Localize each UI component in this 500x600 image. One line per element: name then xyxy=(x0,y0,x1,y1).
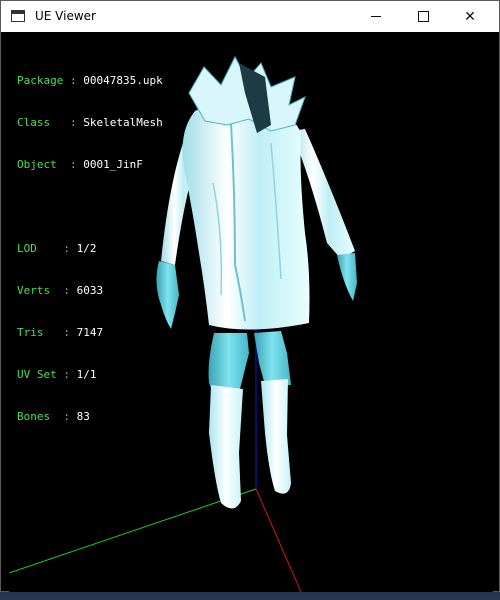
info-verts-value: 6033 xyxy=(76,284,104,297)
info-verts-key: Verts xyxy=(17,284,51,297)
info-uvset-sep: : xyxy=(63,368,70,381)
info-lod-row: LOD : 1/2 xyxy=(17,242,163,256)
info-verts-sep: : xyxy=(63,284,70,297)
info-class-key: Class xyxy=(17,116,51,129)
axis-x-line xyxy=(255,488,302,592)
info-package-key: Package xyxy=(17,74,64,87)
info-uvset-key: UV Set xyxy=(17,368,57,381)
maximize-button[interactable] xyxy=(400,1,446,32)
mesh-info-panel: Package : 00047835.upk Class : SkeletalM… xyxy=(17,46,163,452)
window-title: UE Viewer xyxy=(35,9,96,23)
info-uvset-row: UV Set : 1/1 xyxy=(17,368,163,382)
info-bones-value: 83 xyxy=(76,410,90,423)
info-object-row: Object : 0001_JinF xyxy=(17,158,163,172)
minimize-button[interactable] xyxy=(353,1,399,32)
info-class-value: SkeletalMesh xyxy=(83,116,163,129)
title-bar[interactable]: UE Viewer ✕ xyxy=(1,1,499,32)
info-package-sep: : xyxy=(69,74,77,87)
info-object-value: 0001_JinF xyxy=(83,158,143,171)
ue-viewer-window[interactable]: UE Viewer ✕ Package: 00047835.upk Class… xyxy=(0,0,500,592)
info-lod-sep: : xyxy=(63,242,70,255)
info-package-value: 00047835.upk xyxy=(83,74,163,87)
info-package-row: Package : 00047835.upk xyxy=(17,74,163,88)
info-tris-sep: : xyxy=(63,326,70,339)
info-tris-key: Tris xyxy=(17,326,44,339)
info-verts-row: Verts : 6033 xyxy=(17,284,163,298)
close-button[interactable]: ✕ xyxy=(447,1,493,32)
info-class-row: Class : SkeletalMesh xyxy=(17,116,163,130)
info-bones-key: Bones xyxy=(17,410,51,423)
axis-y-line xyxy=(9,488,257,574)
info-object-key: Object xyxy=(17,158,57,171)
info-object-sep: : xyxy=(70,158,77,171)
info-bones-sep: : xyxy=(63,410,70,423)
close-icon: ✕ xyxy=(464,8,476,25)
info-tris-row: Tris : 7147 xyxy=(17,326,163,340)
info-class-sep: : xyxy=(70,116,77,129)
character-mesh xyxy=(156,55,357,509)
info-tris-value: 7147 xyxy=(76,326,104,339)
info-lod-value: 1/2 xyxy=(76,242,97,255)
info-lod-key: LOD xyxy=(17,242,37,255)
app-window-icon[interactable] xyxy=(11,10,25,22)
maximize-icon xyxy=(417,11,429,22)
minimize-icon xyxy=(371,16,381,17)
info-uvset-value: 1/1 xyxy=(76,368,97,381)
info-bones-row: Bones : 83 xyxy=(17,410,163,424)
3d-viewport[interactable]: Package : 00047835.upk Class : SkeletalM… xyxy=(9,33,493,592)
